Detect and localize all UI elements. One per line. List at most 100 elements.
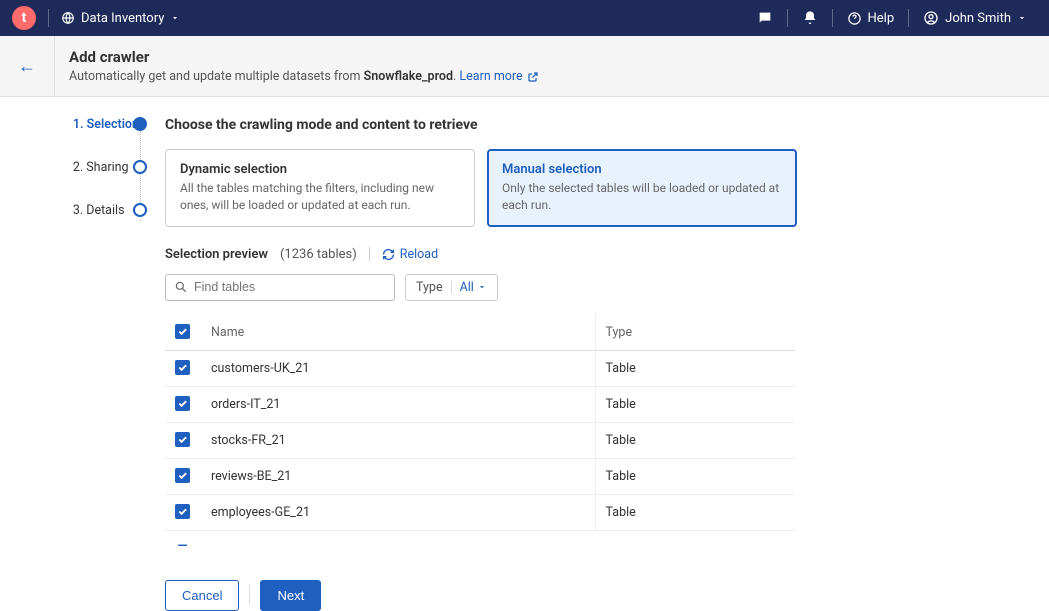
mode-card-desc: Only the selected tables will be loaded … <box>502 180 782 214</box>
type-filter-dropdown[interactable]: Type All <box>405 274 498 301</box>
nav-divider <box>908 9 909 27</box>
preview-header: Selection preview (1236 tables) Reload <box>165 247 975 262</box>
table-row[interactable]: stocks-FR_21Table <box>165 422 795 458</box>
row-type: Table <box>595 494 795 530</box>
content-panel: Choose the crawling mode and content to … <box>165 117 1005 611</box>
next-button[interactable]: Next <box>260 580 321 611</box>
column-header-name[interactable]: Name <box>201 315 595 351</box>
step-dot-icon <box>133 117 147 131</box>
step-3[interactable]: 3. Details <box>73 203 165 218</box>
search-icon <box>174 280 188 294</box>
mode-card-title: Dynamic selection <box>180 162 460 177</box>
search-input[interactable] <box>194 280 386 294</box>
check-icon <box>177 434 188 445</box>
check-icon <box>177 506 188 517</box>
step-2[interactable]: 2. Sharing <box>73 160 165 175</box>
bell-icon <box>802 10 818 26</box>
footer-buttons: Cancel Next <box>165 580 975 611</box>
back-arrow-icon[interactable]: ← <box>18 56 36 77</box>
content-heading: Choose the crawling mode and content to … <box>165 117 975 133</box>
user-name: John Smith <box>945 11 1011 26</box>
reload-icon <box>382 248 395 261</box>
page-description: Automatically get and update multiple da… <box>69 69 539 84</box>
row-checkbox[interactable] <box>175 468 190 483</box>
preview-divider <box>369 247 370 261</box>
table-row[interactable]: orders-IT_21Table <box>165 386 795 422</box>
chevron-down-icon <box>477 282 487 292</box>
stepper: 1. Selection 2. Sharing 3. Details <box>0 117 165 611</box>
row-type: Table <box>595 422 795 458</box>
row-type: Table <box>595 386 795 422</box>
step-label: 3. Details <box>73 203 125 218</box>
row-type: Table <box>595 458 795 494</box>
step-label: 1. Selection <box>73 117 139 132</box>
row-name: customers-UK_21 <box>201 350 595 386</box>
check-icon <box>177 470 188 481</box>
check-icon <box>177 398 188 409</box>
type-filter-divider <box>451 280 452 294</box>
row-checkbox[interactable] <box>175 504 190 519</box>
mode-card-manual[interactable]: Manual selection Only the selected tables… <box>487 149 797 227</box>
row-checkbox[interactable] <box>175 432 190 447</box>
row-checkbox[interactable] <box>175 396 190 411</box>
table-row[interactable]: reviews-BE_21Table <box>165 458 795 494</box>
table-row[interactable]: customers-UK_21Table <box>165 350 795 386</box>
nav-right: Help John Smith <box>747 9 1038 27</box>
learn-more-link[interactable]: Learn more <box>459 69 538 84</box>
step-1[interactable]: 1. Selection <box>73 117 165 132</box>
mode-card-desc: All the tables matching the filters, inc… <box>180 180 460 214</box>
chevron-down-icon <box>1017 13 1027 23</box>
reload-label: Reload <box>400 247 438 262</box>
bell-icon-button[interactable] <box>792 10 828 26</box>
globe-icon <box>61 11 75 25</box>
row-type: Table <box>595 350 795 386</box>
app-logo[interactable]: t <box>12 6 36 30</box>
type-filter-label: Type <box>416 280 443 295</box>
type-filter-value: All <box>460 280 474 295</box>
chat-icon <box>757 10 773 26</box>
nav-divider <box>787 9 788 27</box>
learn-more-label: Learn more <box>459 69 522 84</box>
row-checkbox[interactable] <box>175 360 190 375</box>
row-name: orders-IT_21 <box>201 386 595 422</box>
user-menu[interactable]: John Smith <box>913 10 1037 26</box>
reload-button[interactable]: Reload <box>382 247 438 262</box>
mode-card-title: Manual selection <box>502 162 782 177</box>
row-name: employees-GE_21 <box>201 494 595 530</box>
user-circle-icon <box>923 10 939 26</box>
preview-count: (1236 tables) <box>280 247 357 262</box>
step-dot-icon <box>133 160 147 174</box>
select-all-checkbox[interactable] <box>175 324 190 339</box>
check-icon <box>177 326 188 337</box>
check-icon <box>177 362 188 373</box>
page-subheader: ← Add crawler Automatically get and upda… <box>0 36 1049 97</box>
footer-divider <box>249 585 250 605</box>
desc-pretext: Automatically get and update multiple da… <box>69 69 364 84</box>
type-filter-value-wrap: All <box>460 280 487 295</box>
help-circle-icon <box>847 11 862 26</box>
cancel-button[interactable]: Cancel <box>165 580 239 611</box>
chat-icon-button[interactable] <box>747 10 783 26</box>
tables-table: Name Type customers-UK_21Tableorders-IT_… <box>165 315 795 531</box>
mode-card-dynamic[interactable]: Dynamic selection All the tables matching… <box>165 149 475 227</box>
nav-section-label: Data Inventory <box>81 11 164 26</box>
nav-divider <box>48 9 49 27</box>
indeterminate-checkbox[interactable]: — <box>175 539 190 554</box>
source-name: Snowflake_prod <box>364 69 453 84</box>
column-header-type[interactable]: Type <box>595 315 795 351</box>
step-label: 2. Sharing <box>73 160 129 175</box>
nav-section-dropdown[interactable]: Data Inventory <box>61 11 180 26</box>
filter-row: Type All <box>165 274 975 301</box>
chevron-down-icon <box>170 13 180 23</box>
main-area: 1. Selection 2. Sharing 3. Details Choose … <box>0 97 1049 611</box>
row-name: reviews-BE_21 <box>201 458 595 494</box>
nav-divider <box>832 9 833 27</box>
step-dot-icon <box>133 203 147 217</box>
page-title: Add crawler <box>69 48 539 66</box>
search-box[interactable] <box>165 274 395 301</box>
help-label: Help <box>868 11 895 26</box>
top-navbar: t Data Inventory Help John Smith <box>0 0 1049 36</box>
table-row[interactable]: employees-GE_21Table <box>165 494 795 530</box>
help-button[interactable]: Help <box>837 11 905 26</box>
preview-label: Selection preview <box>165 247 268 262</box>
